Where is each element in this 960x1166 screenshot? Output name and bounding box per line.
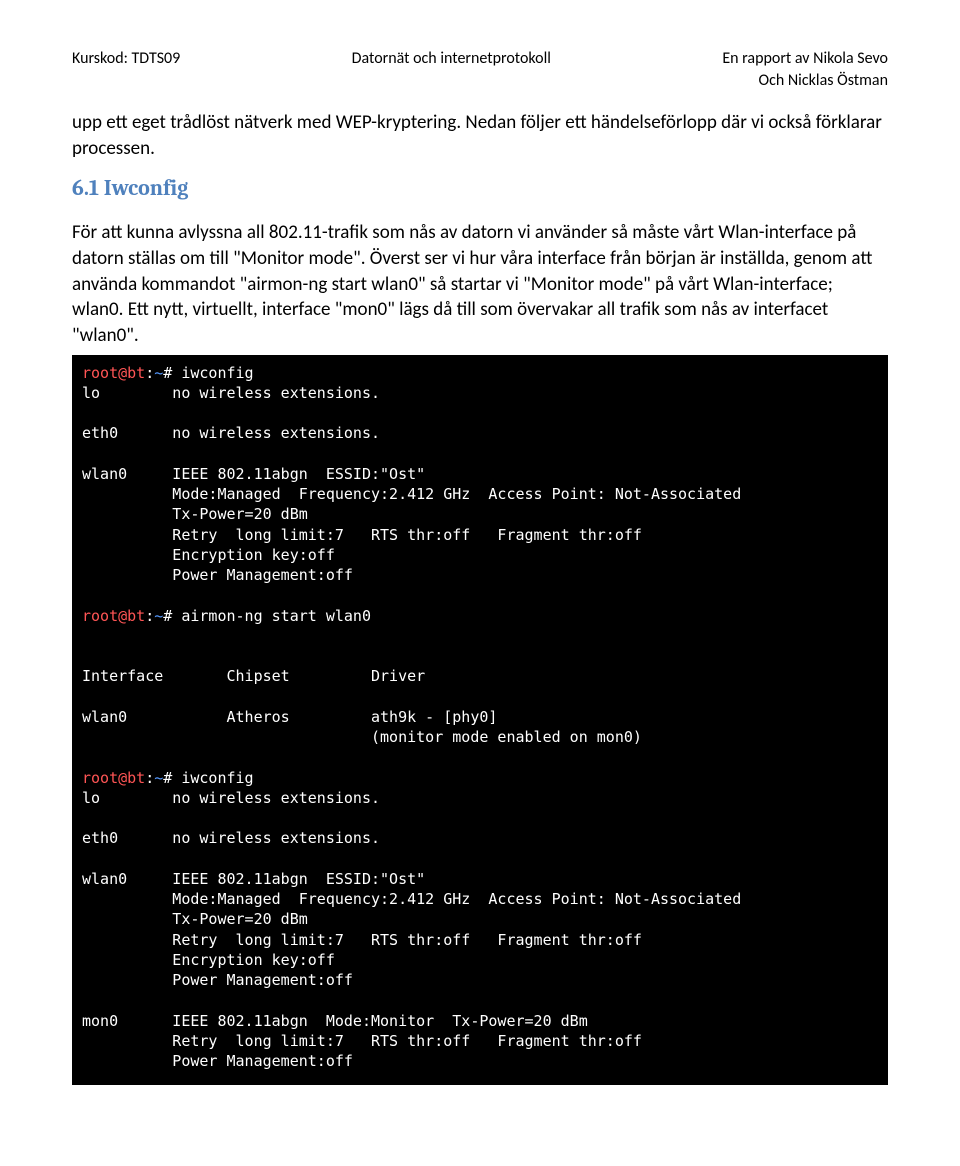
- terminal-output-1-line-5: Mode:Managed Frequency:2.412 GHz Access …: [82, 485, 741, 503]
- prompt-colon: :: [145, 364, 154, 382]
- header-course-code: Kurskod: TDTS09: [72, 48, 180, 91]
- terminal-command-1: iwconfig: [172, 364, 253, 382]
- terminal-output-2-line-2: Interface Chipset Driver: [82, 667, 425, 685]
- terminal-output-3-line-11: mon0 IEEE 802.11abgn Mode:Monitor Tx-Pow…: [82, 1012, 588, 1030]
- terminal-command-3: iwconfig: [172, 769, 253, 787]
- prompt-hash: #: [163, 769, 172, 787]
- terminal-output-3-line-0: lo no wireless extensions.: [82, 789, 380, 807]
- terminal-screenshot: root@bt:~# iwconfig lo no wireless exten…: [72, 355, 888, 1086]
- terminal-output-3-line-13: Power Management:off: [82, 1052, 353, 1070]
- terminal-output-1-line-8: Encryption key:off: [82, 546, 335, 564]
- header-author-line1: En rapport av Nikola Sevo: [722, 49, 888, 68]
- terminal-output-3-line-4: wlan0 IEEE 802.11abgn ESSID:"Ost": [82, 870, 425, 888]
- header-authors: En rapport av Nikola Sevo Och Nicklas Öst…: [722, 48, 888, 91]
- terminal-output-3-line-8: Encryption key:off: [82, 951, 335, 969]
- terminal-output-3-line-6: Tx-Power=20 dBm: [82, 910, 308, 928]
- terminal-command-2: airmon-ng start wlan0: [172, 607, 371, 625]
- terminal-output-1-line-4: wlan0 IEEE 802.11abgn ESSID:"Ost": [82, 465, 425, 483]
- header-course-title: Datornät och internetprotokoll: [352, 48, 551, 91]
- prompt-line-2: root@bt:~# airmon-ng start wlan0: [82, 607, 371, 625]
- prompt-path: ~: [154, 607, 163, 625]
- prompt-user-host: root@bt: [82, 607, 145, 625]
- section-heading-iwconfig: 6.1 Iwconfig: [72, 175, 888, 201]
- prompt-hash: #: [163, 364, 172, 382]
- terminal-output-1-line-6: Tx-Power=20 dBm: [82, 505, 308, 523]
- prompt-path: ~: [154, 769, 163, 787]
- terminal-output-3-line-5: Mode:Managed Frequency:2.412 GHz Access …: [82, 890, 741, 908]
- prompt-colon: :: [145, 607, 154, 625]
- header-author-line2: Och Nicklas Östman: [758, 71, 888, 90]
- terminal-output-1-line-9: Power Management:off: [82, 566, 353, 584]
- terminal-output-1-line-0: lo no wireless extensions.: [82, 384, 380, 402]
- prompt-user-host: root@bt: [82, 769, 145, 787]
- page-header: Kurskod: TDTS09 Datornät och internetpro…: [72, 48, 888, 91]
- terminal-output-3-line-7: Retry long limit:7 RTS thr:off Fragment …: [82, 931, 642, 949]
- terminal-output-1-line-7: Retry long limit:7 RTS thr:off Fragment …: [82, 526, 642, 544]
- prompt-line-1: root@bt:~# iwconfig: [82, 364, 254, 382]
- terminal-output-3-line-9: Power Management:off: [82, 971, 353, 989]
- terminal-output-2-line-5: (monitor mode enabled on mon0): [82, 728, 642, 746]
- prompt-path: ~: [154, 364, 163, 382]
- prompt-line-3: root@bt:~# iwconfig: [82, 769, 254, 787]
- terminal-output-2-line-4: wlan0 Atheros ath9k - [phy0]: [82, 708, 497, 726]
- intro-paragraph: upp ett eget trådlöst nätverk med WEP-kr…: [72, 110, 888, 161]
- terminal-output-1-line-2: eth0 no wireless extensions.: [82, 424, 380, 442]
- prompt-hash: #: [163, 607, 172, 625]
- prompt-colon: :: [145, 769, 154, 787]
- terminal-output-3-line-12: Retry long limit:7 RTS thr:off Fragment …: [82, 1032, 642, 1050]
- prompt-user-host: root@bt: [82, 364, 145, 382]
- terminal-output-3-line-2: eth0 no wireless extensions.: [82, 829, 380, 847]
- section-paragraph: För att kunna avlyssna all 802.11-trafik…: [72, 220, 888, 348]
